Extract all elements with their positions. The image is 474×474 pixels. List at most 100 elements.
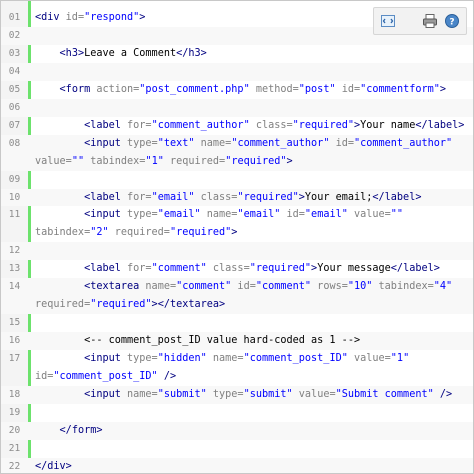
code-token-val: "commentform" bbox=[360, 83, 440, 95]
code-token-attr: tabindex= bbox=[84, 155, 146, 167]
code-token-tag: > bbox=[231, 227, 238, 239]
code-token-attr: id= bbox=[280, 209, 305, 221]
code-token-val: "required" bbox=[90, 299, 152, 311]
code-token-attr: type= bbox=[127, 209, 158, 221]
code-token-txt: Your name bbox=[360, 119, 416, 131]
line-number: 04 bbox=[8, 65, 21, 77]
code-text: </div> bbox=[35, 458, 72, 473]
code-line: 17 <input type="hidden" name="comment_po… bbox=[1, 350, 473, 368]
code-token-val: "Submit comment" bbox=[335, 388, 434, 400]
code-token-attr: method= bbox=[249, 83, 299, 95]
code-token-tag: <label bbox=[84, 263, 128, 275]
code-token-val: "10" bbox=[347, 281, 373, 293]
code-line: 12 bbox=[1, 242, 473, 261]
code-line: 11 <input type="email" name="email" id="… bbox=[1, 206, 473, 224]
code-token-tag: <h3> bbox=[59, 47, 85, 59]
code-token-tag: </textarea> bbox=[157, 299, 226, 311]
code-token-val: "comment_post_ID" bbox=[53, 371, 158, 382]
code-text: </form> bbox=[35, 422, 103, 440]
code-text: required="required"></textarea> bbox=[35, 296, 225, 314]
code-token-attr: value= bbox=[35, 155, 72, 167]
line-number: 20 bbox=[8, 424, 21, 436]
code-token-attr: type= bbox=[206, 388, 244, 400]
code-token-tag: > bbox=[286, 155, 293, 167]
code-token-attr: id= bbox=[65, 12, 85, 23]
line-number: 01 bbox=[8, 12, 21, 23]
code-token-tag: <label bbox=[84, 191, 128, 203]
code-token-tag: </div> bbox=[35, 460, 72, 472]
code-token-val: "hidden" bbox=[157, 353, 207, 365]
line-number: 11 bbox=[8, 209, 21, 221]
code-token-tag: <textarea bbox=[84, 281, 146, 293]
code-token-attr: class= bbox=[194, 191, 238, 203]
code-token-val: "" bbox=[71, 155, 85, 167]
line-number: 18 bbox=[8, 388, 21, 400]
code-token-val: "email" bbox=[237, 209, 281, 221]
code-line: 18 <input name="submit" type="submit" va… bbox=[1, 385, 473, 404]
code-token-attr: action= bbox=[96, 83, 140, 95]
code-text: <label for="email" class="required">Your… bbox=[35, 189, 421, 207]
line-number: 21 bbox=[8, 442, 21, 454]
code-token-attr: id= bbox=[35, 371, 54, 382]
code-token-val: "required" bbox=[237, 191, 299, 203]
code-line: 16 <-- comment_post_ID value hard-coded … bbox=[1, 332, 473, 351]
code-text: <input name="submit" type="submit" value… bbox=[35, 386, 452, 404]
print-icon[interactable] bbox=[420, 11, 440, 31]
code-text: value="" tabindex="1" required="required… bbox=[35, 153, 293, 171]
code-token-val: "respond" bbox=[84, 12, 140, 23]
code-token-val: "comment_author" bbox=[354, 137, 453, 149]
line-number: 07 bbox=[8, 119, 21, 131]
code-token-attr: type= bbox=[127, 353, 158, 365]
code-token-attr: value= bbox=[347, 209, 391, 221]
code-token-val: "email" bbox=[151, 191, 195, 203]
code-token-val: "required" bbox=[292, 119, 354, 131]
code-line: 05 <form action="post_comment.php" metho… bbox=[1, 81, 473, 99]
help-icon[interactable]: ? bbox=[442, 11, 462, 31]
code-token-txt: Your email; bbox=[304, 191, 373, 203]
code-token-attr: for= bbox=[127, 191, 152, 203]
code-token-val: "" bbox=[390, 209, 404, 221]
code-line: 07 <label for="comment_author" class="re… bbox=[1, 117, 473, 135]
code-token-attr: name= bbox=[200, 209, 238, 221]
code-token-tag: <form bbox=[59, 83, 97, 95]
code-token-attr: name= bbox=[127, 388, 158, 400]
code-text: <input type="text" name="comment_author"… bbox=[35, 135, 452, 153]
code-line: 21 bbox=[1, 440, 473, 458]
code-token-val: "comment_author" bbox=[151, 119, 250, 131]
code-token-val: "comment_post_ID" bbox=[243, 353, 348, 365]
code-line: 06 bbox=[1, 98, 473, 117]
code-token-val: "submit" bbox=[243, 388, 293, 400]
code-text: <label for="comment_author" class="requi… bbox=[35, 117, 464, 135]
code-token-val: "comment_author" bbox=[231, 137, 330, 149]
code-token-attr: class= bbox=[249, 119, 293, 131]
code-token-val: "4" bbox=[433, 281, 453, 293]
line-number: 15 bbox=[8, 317, 21, 329]
code-token-tag: </label> bbox=[415, 119, 465, 131]
code-token-tag: <label bbox=[84, 119, 128, 131]
code-token-tag: <input bbox=[84, 353, 128, 365]
code-token-val: "2" bbox=[90, 227, 109, 239]
code-token-val: "required" bbox=[169, 227, 232, 239]
code-token-tag: </h3> bbox=[176, 47, 207, 59]
code-line: 22 </div> bbox=[1, 457, 473, 473]
line-number: 02 bbox=[8, 29, 21, 41]
code-token-attr: required= bbox=[108, 227, 170, 239]
code-line: tabindex="2" required="required"> bbox=[1, 224, 473, 242]
line-number: 06 bbox=[8, 101, 21, 113]
line-number: 22 bbox=[8, 460, 21, 472]
line-number: 09 bbox=[8, 173, 21, 185]
code-text: <-- comment_post_ID value hard-coded as … bbox=[35, 332, 360, 350]
code-token-txt: Your message bbox=[317, 263, 391, 275]
code-token-val: "comment" bbox=[151, 263, 207, 275]
code-token-val: "1" bbox=[145, 155, 164, 167]
code-token-attr: id= bbox=[329, 137, 354, 149]
code-token-tag: <input bbox=[84, 209, 128, 221]
view-source-icon[interactable] bbox=[378, 11, 398, 31]
code-token-val: "post_comment.php" bbox=[139, 83, 250, 95]
code-token-tag: <input bbox=[84, 137, 128, 149]
